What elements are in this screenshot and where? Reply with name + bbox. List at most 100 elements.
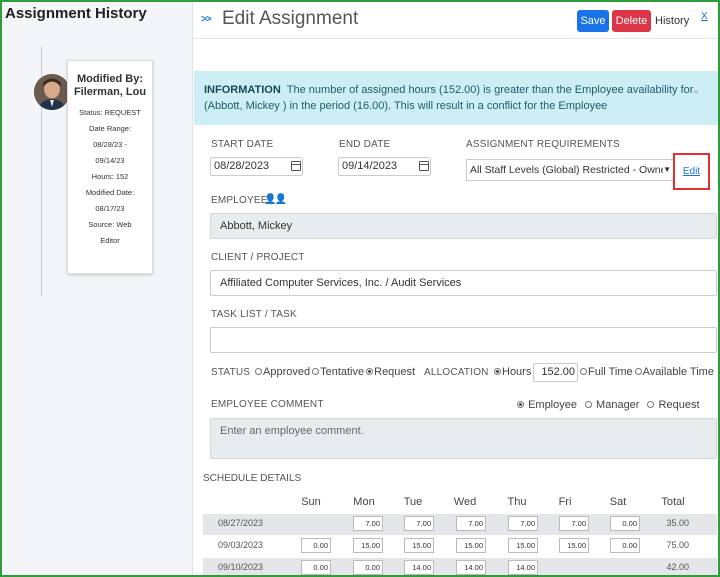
col-wed: Wed [453,496,477,508]
close-icon[interactable]: X [701,11,708,22]
allocation-label: ALLOCATION [424,367,489,378]
sun-hours-input[interactable]: 0.00 [301,560,331,575]
week-total: 35.00 [666,518,689,528]
calendar-icon[interactable] [419,161,429,171]
mon-hours-input[interactable]: 0.00 [353,560,383,575]
radio-icon[interactable] [255,368,262,375]
status-tentative-option[interactable]: Tentative [312,366,364,378]
radio-icon[interactable] [584,401,592,408]
status-tentative-label: Tentative [320,366,365,378]
week-total: 75.00 [666,540,689,550]
mon-hours-input[interactable]: 7.00 [353,516,383,531]
sat-hours-input[interactable]: 0.00 [610,538,640,553]
col-sun: Sun [301,496,321,508]
client-project-field[interactable]: Affiliated Computer Services, Inc. / Aud… [210,270,717,296]
allocation-fulltime-option[interactable]: Full Time [580,366,633,378]
avatar [34,74,70,110]
edit-requirements-link[interactable]: Edit [673,153,710,190]
date-range-label: Date Range: [88,124,132,133]
comment-request-option[interactable]: Request [647,399,700,411]
requirements-select[interactable]: All Staff Levels (Global) Restricted - O… [466,159,674,181]
allocation-fulltime-label: Full Time [588,366,633,378]
end-date-input[interactable]: 09/14/2023 [338,157,431,176]
col-total: Total [661,496,685,508]
end-date-label: END DATE [339,139,391,150]
history-status: Status: REQUEST [79,108,141,117]
requirements-value: All Staff Levels (Global) Restricted - O… [470,164,670,176]
save-button[interactable]: Save [577,10,609,32]
fri-hours-input[interactable]: 15.00 [559,538,589,553]
col-mon: Mon [353,496,375,508]
history-button[interactable]: History [655,10,689,32]
week-date: 08/27/2023 [218,518,264,528]
task-label: TASK LIST / TASK [211,309,297,320]
chevron-down-icon: ▼ [663,160,671,180]
allocation-available-label: Available Time [642,366,714,378]
history-title: Assignment History [5,5,147,22]
radio-icon[interactable] [580,368,587,375]
modified-by-label: Modified By: [77,73,143,85]
comment-manager-option[interactable]: Manager [584,399,640,411]
table-row: 08/27/2023 7.00 7.00 7.00 7.00 7.00 0.00… [203,514,717,535]
radio-icon[interactable] [647,401,655,408]
sun-hours-input[interactable]: 0.00 [301,538,331,553]
col-sat: Sat [609,496,627,508]
radio-selected-icon[interactable] [517,401,524,408]
start-date-label: START DATE [211,139,274,150]
status-approved-label: Approved [263,366,311,378]
tue-hours-input[interactable]: 15.00 [404,538,434,553]
status-request-option[interactable]: Request [366,366,415,378]
collapse-toggle-icon[interactable]: >> [201,14,212,25]
allocation-hours-input[interactable]: 152.00 [533,363,578,382]
comment-employee-label: Employee [528,399,577,411]
comment-radio-group: Employee Manager Request [517,399,702,411]
allocation-available-option[interactable]: Available Time [634,366,714,378]
history-panel: Assignment History Modified By: Filerman… [2,2,193,575]
sat-hours-input[interactable]: 0.00 [610,516,640,531]
tue-hours-input[interactable]: 7.00 [404,516,434,531]
start-date-value: 08/28/2023 [214,160,270,172]
employee-field[interactable]: Abbott, Mickey [210,213,717,239]
thu-hours-input[interactable]: 14.00 [508,560,538,575]
allocation-hours-option[interactable]: Hours [494,366,531,378]
radio-icon[interactable] [634,368,642,375]
history-source: Source: Web [88,220,132,229]
comment-employee-option[interactable]: Employee [517,399,577,411]
alert-heading: INFORMATION [204,84,281,96]
calendar-icon[interactable] [291,161,301,171]
radio-selected-icon[interactable] [494,368,501,375]
employee-label: EMPLOYEE [211,195,268,206]
table-row: 09/10/2023 0.00 0.00 14.00 14.00 14.00 4… [203,558,717,577]
allocation-radio-group: Hours [494,366,533,378]
status-approved-option[interactable]: Approved [255,366,310,378]
delete-button[interactable]: Delete [612,10,651,32]
modified-by-name: Filerman, Lou [73,86,147,98]
fri-hours-input[interactable]: 7.00 [559,516,589,531]
people-icon[interactable]: 👤👤 [264,194,287,205]
wed-hours-input[interactable]: 14.00 [456,560,486,575]
requirements-label: ASSIGNMENT REQUIREMENTS [466,139,620,150]
task-field[interactable] [210,327,717,353]
wed-hours-input[interactable]: 7.00 [456,516,486,531]
employee-comment-input[interactable] [210,418,717,459]
radio-icon[interactable] [312,368,320,375]
date-range-end: 09/14/23 [95,156,125,165]
history-entry-card[interactable]: Modified By: Filerman, Lou Status: REQUE… [67,60,153,274]
wed-hours-input[interactable]: 15.00 [456,538,486,553]
col-fri: Fri [558,496,572,508]
radio-selected-icon[interactable] [366,368,374,375]
status-request-label: Request [374,366,416,378]
mon-hours-input[interactable]: 15.00 [353,538,383,553]
thu-hours-input[interactable]: 7.00 [508,516,538,531]
alert-close-icon[interactable]: × [693,87,699,98]
tue-hours-input[interactable]: 14.00 [404,560,434,575]
thu-hours-input[interactable]: 15.00 [508,538,538,553]
allocation-hours-label: Hours [502,366,532,378]
col-tue: Tue [403,496,423,508]
start-date-input[interactable]: 08/28/2023 [210,157,303,176]
history-hours: Hours: 152 [91,172,129,181]
week-date: 09/03/2023 [218,540,264,550]
client-label: CLIENT / PROJECT [211,252,305,263]
comment-manager-label: Manager [596,399,640,411]
page-title: Edit Assignment [222,8,359,29]
